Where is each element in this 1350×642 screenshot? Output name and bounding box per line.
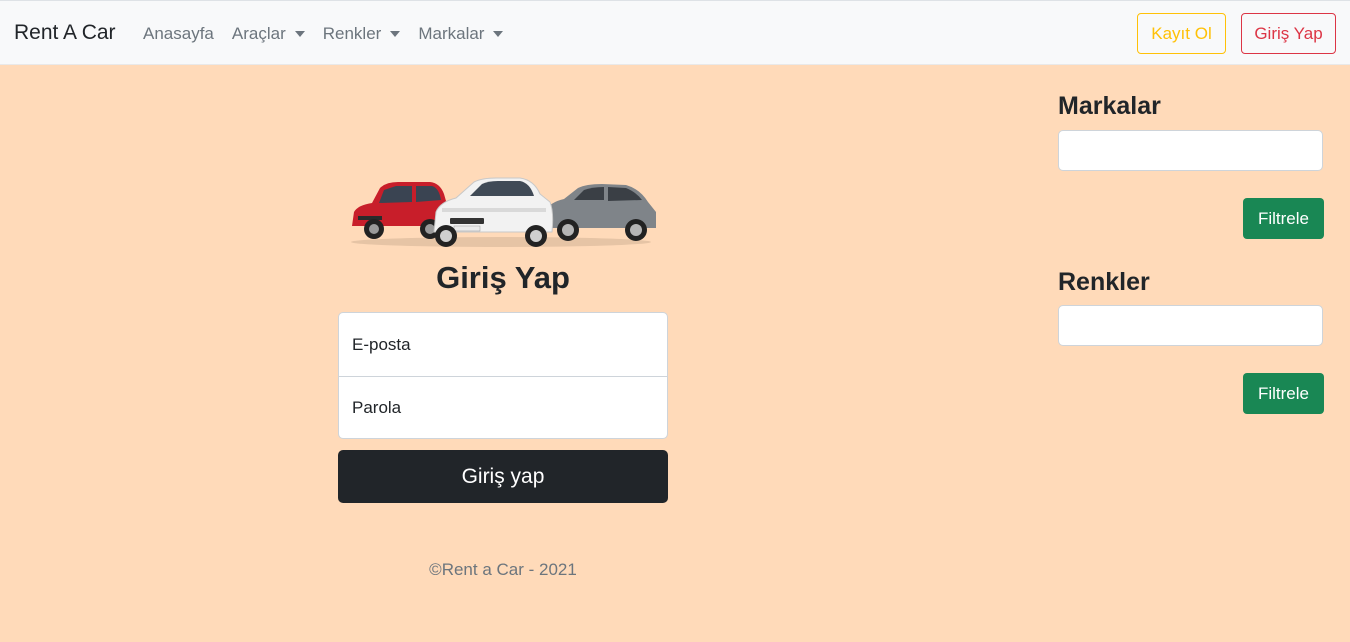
cars-image — [351, 177, 656, 247]
nav-item-anasayfa[interactable]: Anasayfa — [143, 24, 214, 44]
nav-item-araclar[interactable]: Araçlar — [232, 24, 305, 44]
caret-down-icon — [390, 31, 401, 37]
brands-heading: Markalar — [1058, 92, 1161, 120]
email-field[interactable]: E-posta — [339, 313, 667, 376]
nav-item-label: Renkler — [322, 24, 382, 43]
colors-filter-button[interactable]: Filtrele — [1243, 373, 1324, 414]
colors-input[interactable] — [1058, 305, 1323, 346]
login-title: Giriş Yap — [436, 260, 570, 295]
nav-item-markalar[interactable]: Markalar — [418, 24, 504, 44]
brands-filter-button[interactable]: Filtrele — [1243, 198, 1324, 239]
register-button[interactable]: Kayıt Ol — [1137, 13, 1226, 54]
brands-input[interactable] — [1058, 130, 1323, 171]
login-button[interactable]: Giriş Yap — [1241, 13, 1336, 54]
brand-link[interactable]: Rent A Car — [14, 21, 116, 45]
nav-links: Anasayfa Araçlar Renkler Markalar — [143, 24, 521, 44]
nav-item-label: Markalar — [418, 24, 485, 43]
nav-item-label: Araçlar — [231, 24, 286, 43]
nav-item-label: Anasayfa — [143, 24, 214, 43]
nav-item-renkler[interactable]: Renkler — [323, 24, 401, 44]
colors-heading: Renkler — [1058, 268, 1150, 296]
footer-copyright: ©Rent a Car - 2021 — [429, 560, 577, 579]
login-submit-button[interactable]: Giriş yap — [338, 450, 668, 503]
login-form: E-posta Parola — [338, 312, 668, 439]
caret-down-icon — [294, 31, 305, 37]
navbar: Rent A Car Anasayfa Araçlar Renkler Mark… — [0, 0, 1350, 65]
password-field[interactable]: Parola — [339, 376, 667, 439]
caret-down-icon — [493, 31, 504, 37]
